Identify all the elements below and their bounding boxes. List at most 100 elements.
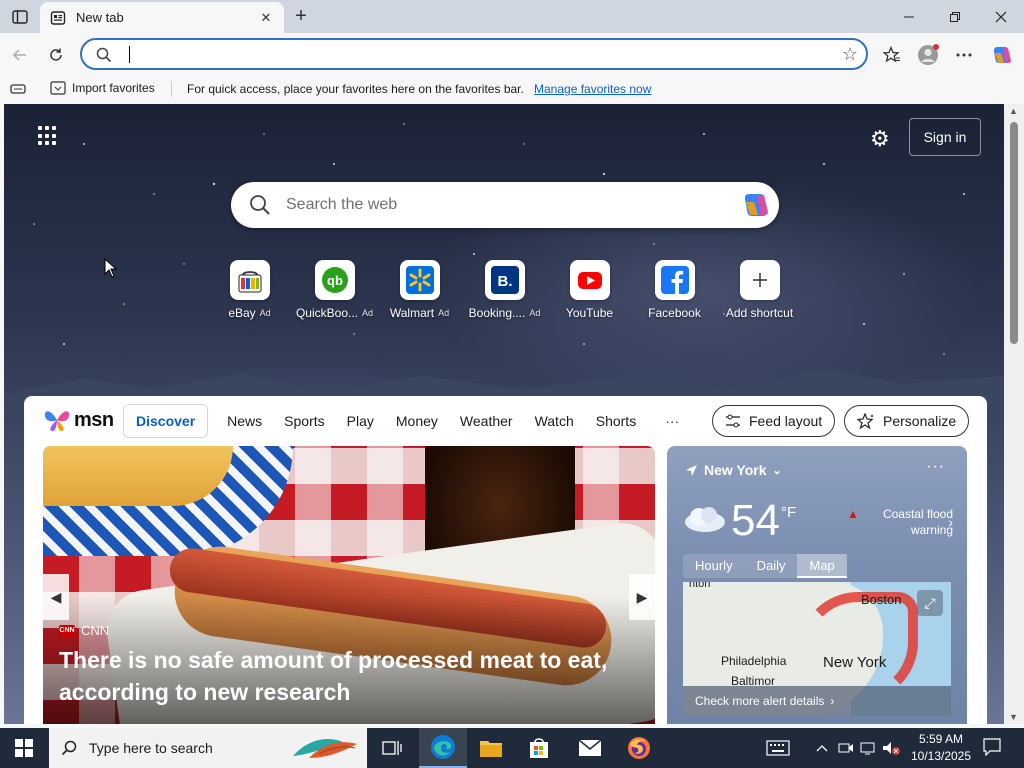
new-tab-page-icon	[50, 10, 66, 25]
personalize-button[interactable]: Personalize	[844, 405, 970, 437]
address-input[interactable]	[130, 43, 820, 65]
weather-tab-map[interactable]: Map	[797, 554, 847, 578]
start-button[interactable]	[0, 728, 48, 768]
hero-headline[interactable]: There is no safe amount of processed mea…	[59, 644, 639, 708]
web-search-box[interactable]: Search the web	[231, 182, 779, 228]
refresh-button[interactable]	[43, 42, 69, 68]
shortcut-quickbooks[interactable]: qb QuickBoo... Ad	[292, 260, 377, 320]
weather-unit: °F	[781, 504, 797, 521]
new-tab-button[interactable]: +	[290, 6, 312, 28]
mouse-pointer-icon	[104, 258, 118, 278]
chevron-down-icon: ⌄	[772, 464, 782, 477]
shortcut-facebook[interactable]: Facebook	[632, 260, 717, 320]
chevron-up-icon	[816, 745, 828, 752]
hero-next-button[interactable]: ▶	[629, 574, 655, 620]
feed-layout-button[interactable]: Feed layout	[712, 405, 836, 437]
favorites-bar-toggle-icon[interactable]	[10, 82, 26, 96]
keyboard-layout-icon[interactable]	[766, 740, 790, 759]
shortcut-label: QuickBoo...	[295, 306, 358, 320]
copilot-icon	[993, 47, 1012, 63]
copilot-button[interactable]	[989, 42, 1015, 68]
scroll-down-arrow-icon[interactable]: ▼	[1009, 712, 1018, 722]
minimize-button[interactable]	[886, 0, 932, 33]
tab-new-tab[interactable]: New tab ✕	[40, 2, 284, 33]
taskbar-clock[interactable]: 5:59 AM 10/13/2025	[910, 731, 972, 765]
refresh-icon	[50, 48, 62, 61]
back-button[interactable]	[7, 42, 33, 68]
more-alert-details-link[interactable]: Check more alert details ›	[683, 686, 951, 716]
import-favorites-button[interactable]: Import favorites	[50, 81, 155, 95]
weather-tab-daily[interactable]: Daily	[745, 554, 798, 578]
weather-location-name: New York	[704, 462, 767, 478]
shortcut-label: eBay	[228, 306, 256, 320]
nav-news[interactable]: News	[216, 404, 273, 438]
weather-card[interactable]: New York ⌄ ··· 54 °F ▲ Coastal flood war…	[667, 446, 967, 724]
tab-actions-button[interactable]	[8, 6, 32, 28]
svg-text:qb: qb	[327, 273, 343, 288]
taskbar-firefox[interactable]	[615, 728, 663, 768]
nav-sports[interactable]: Sports	[273, 404, 335, 438]
shortcut-walmart[interactable]: Walmart Ad	[377, 260, 462, 320]
profile-button[interactable]	[915, 42, 941, 68]
msn-feed: msn Discover News Sports Play Money Weat…	[24, 396, 987, 724]
weather-tab-hourly[interactable]: Hourly	[683, 554, 745, 578]
taskbar-file-explorer[interactable]	[467, 728, 515, 768]
close-window-button[interactable]	[978, 0, 1024, 33]
app-launcher-icon[interactable]	[38, 126, 58, 146]
scrollbar-thumb[interactable]	[1010, 122, 1018, 344]
location-arrow-icon	[686, 464, 697, 476]
shortcut-youtube[interactable]: YouTube	[547, 260, 632, 320]
msn-nav: Discover News Sports Play Money Weather …	[123, 404, 693, 438]
tab-close-icon[interactable]: ✕	[258, 10, 274, 26]
hero-story-card[interactable]: ◀ ▶ CNN CNN There is no safe amount of p…	[43, 446, 655, 724]
expand-map-icon[interactable]: ⤢	[917, 590, 943, 616]
copilot-icon[interactable]	[741, 190, 771, 220]
weather-location[interactable]: New York ⌄	[685, 462, 782, 478]
nav-more-button[interactable]: ···	[647, 413, 693, 429]
map-city-philadelphia: Philadelphia	[721, 654, 787, 668]
add-favorite-star-icon[interactable]: ☆	[842, 44, 858, 65]
taskbar-mail[interactable]	[566, 728, 614, 768]
search-highlight-feather-icon	[293, 738, 357, 758]
page-scrollbar[interactable]: ▲ ▼	[1004, 104, 1024, 724]
task-view-button[interactable]	[368, 728, 416, 768]
nav-money[interactable]: Money	[385, 404, 449, 438]
show-hidden-icons-button[interactable]	[816, 740, 828, 755]
manage-favorites-link[interactable]: Manage favorites now	[534, 82, 651, 96]
volume-muted-icon[interactable]	[882, 740, 900, 759]
add-shortcut-button[interactable]: Add shortcut	[717, 260, 802, 320]
page-settings-gear-icon[interactable]: ⚙	[870, 126, 890, 152]
hero-prev-button[interactable]: ◀	[43, 574, 69, 620]
settings-more-button[interactable]	[951, 42, 977, 68]
notification-icon	[983, 738, 1001, 757]
edge-icon	[431, 735, 455, 759]
shortcut-label: YouTube	[565, 306, 614, 320]
taskbar-search-box[interactable]: Type here to search	[49, 728, 367, 768]
shortcut-booking[interactable]: B. Booking.... Ad	[462, 260, 547, 320]
address-bar[interactable]: ☆	[80, 38, 868, 70]
taskbar-store[interactable]	[515, 728, 563, 768]
scroll-up-arrow-icon[interactable]: ▲	[1009, 106, 1018, 116]
shortcut-ebay[interactable]: eBay Ad	[207, 260, 292, 320]
nav-weather[interactable]: Weather	[449, 404, 524, 438]
weather-alert-map[interactable]: nton Boston Philadelphia New York Baltim…	[683, 582, 951, 716]
nav-watch[interactable]: Watch	[524, 404, 585, 438]
more-dots-icon	[956, 53, 972, 57]
msn-logo[interactable]: msn	[44, 408, 114, 432]
taskbar-edge[interactable]	[419, 728, 467, 768]
plus-icon	[752, 273, 767, 287]
network-icon[interactable]	[860, 740, 878, 759]
restore-button[interactable]	[932, 0, 978, 33]
favorites-button[interactable]	[879, 42, 905, 68]
ebay-icon	[238, 271, 261, 293]
task-view-icon	[382, 741, 402, 755]
notifications-button[interactable]	[983, 738, 1001, 759]
weather-more-icon[interactable]: ···	[926, 458, 945, 476]
nav-discover[interactable]: Discover	[123, 404, 209, 438]
import-favorites-label: Import favorites	[72, 81, 155, 95]
nav-play[interactable]: Play	[336, 404, 385, 438]
sign-in-button[interactable]: Sign in	[909, 118, 981, 156]
weather-alert[interactable]: Coastal flood warning	[843, 506, 953, 538]
battery-meter-icon[interactable]	[838, 740, 854, 759]
nav-shorts[interactable]: Shorts	[585, 404, 647, 438]
